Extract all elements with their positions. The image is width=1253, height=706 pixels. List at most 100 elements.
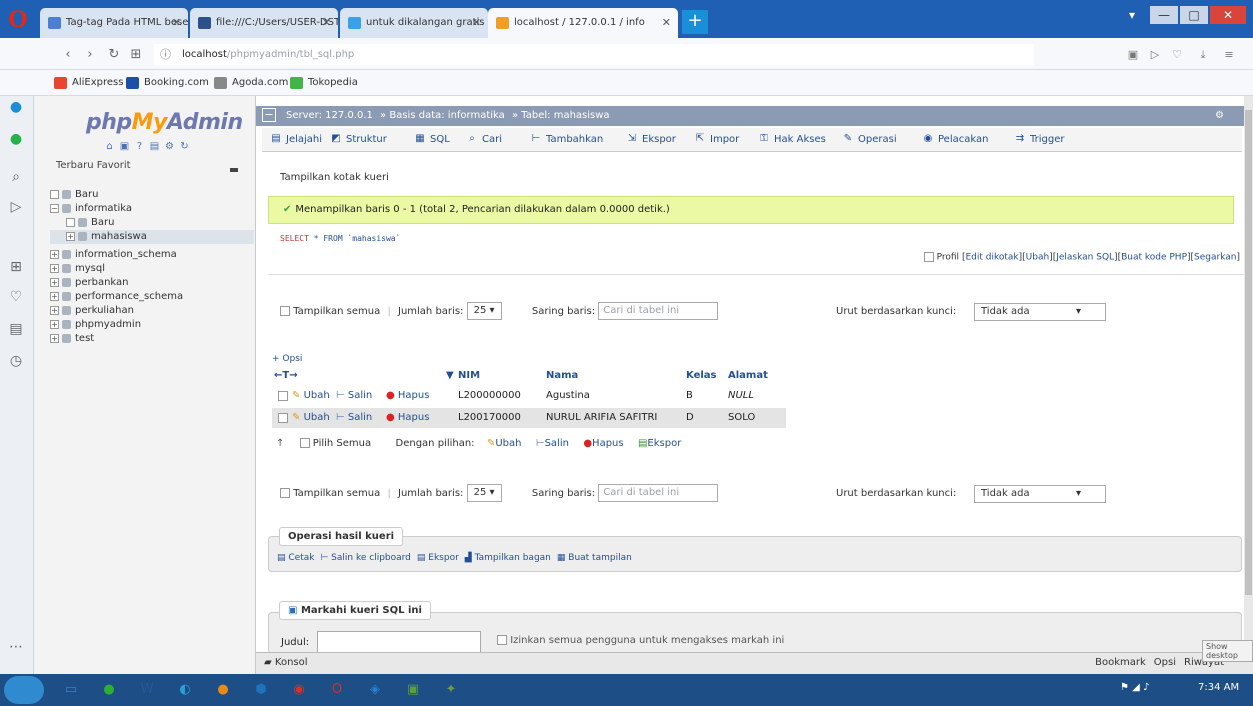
docs-icon[interactable]: ▤ — [149, 141, 160, 152]
show-query-box-link[interactable]: Tampilkan kotak kueri — [280, 172, 389, 183]
copy-row-button[interactable]: ⊢ Salin — [336, 386, 372, 406]
taskbar-app-icon[interactable]: ● — [96, 678, 122, 702]
news-icon[interactable]: ▤ — [5, 318, 27, 340]
whatsapp-icon[interactable]: ● — [5, 128, 27, 150]
options-toggle[interactable]: + Opsi — [272, 354, 302, 364]
cell-alamat[interactable]: SOLO — [728, 408, 755, 428]
query-option-link[interactable]: Jelaskan SQL — [1056, 253, 1114, 263]
back-icon[interactable]: ‹ — [58, 46, 78, 64]
speed-dial-icon[interactable]: ⊞ — [126, 46, 146, 64]
bulk-copy-button[interactable]: Salin — [545, 438, 569, 449]
query-op-link[interactable]: ▤ Cetak — [277, 553, 314, 563]
favorites-tab[interactable]: Favorit — [97, 160, 131, 171]
maximize-button[interactable]: □ — [1180, 6, 1208, 24]
row-checkbox[interactable] — [278, 413, 288, 423]
tree-expand-icon[interactable]: − — [50, 203, 59, 213]
heart-icon[interactable]: ♡ — [1168, 46, 1186, 64]
breadcrumb-database[interactable]: Basis data: informatika — [389, 110, 504, 121]
row-checkbox[interactable] — [278, 391, 288, 401]
tree-item[interactable]: + perkuliahan — [50, 304, 254, 318]
label-input[interactable] — [317, 631, 481, 653]
console-link[interactable]: Bookmark — [1095, 657, 1146, 668]
home-icon[interactable]: ⌂ — [104, 141, 115, 152]
exit-icon[interactable]: ▣ — [119, 141, 130, 152]
browser-tab[interactable]: localhost / 127.0.0.1 / info ✕ — [488, 8, 678, 38]
bookmarks-icon[interactable]: ♡ — [5, 286, 27, 308]
tab-pelacakan[interactable]: ◉ Pelacakan — [922, 128, 989, 152]
sort-select-bottom[interactable]: Tidak ada ▾ — [974, 485, 1106, 503]
query-option-link[interactable]: Ubah — [1026, 253, 1050, 263]
taskbar-app-icon[interactable]: ⬢ — [248, 678, 274, 702]
taskbar-app-icon[interactable]: ◐ — [172, 678, 198, 702]
sort-select[interactable]: Tidak ada ▾ — [974, 303, 1106, 321]
close-tab-icon[interactable]: ✕ — [322, 8, 331, 38]
cell-nama[interactable]: Agustina — [546, 386, 590, 406]
tab-struktur[interactable]: ◩ Struktur — [330, 128, 387, 152]
cell-alamat[interactable]: NULL — [728, 386, 754, 406]
bulk-delete-button[interactable]: Hapus — [592, 438, 624, 449]
new-tab-button[interactable]: + — [682, 10, 708, 34]
query-op-link[interactable]: ▟ Tampilkan bagan — [465, 553, 551, 563]
collapse-all-icon[interactable] — [230, 168, 238, 172]
check-all-label[interactable]: Pilih Semua — [313, 438, 371, 449]
bulk-edit-button[interactable]: Ubah — [495, 438, 521, 449]
taskbar-app-icon[interactable]: W — [134, 678, 160, 702]
bulk-export-button[interactable]: Ekspor — [647, 438, 681, 449]
minimize-button[interactable]: — — [1150, 6, 1178, 24]
tree-expand-icon[interactable]: + — [50, 249, 59, 259]
browser-logo-icon[interactable]: O — [2, 6, 34, 34]
console-link[interactable]: Opsi — [1154, 657, 1176, 668]
taskbar-app-icon[interactable]: ◈ — [362, 678, 388, 702]
query-option-link[interactable]: Buat kode PHP — [1121, 253, 1187, 263]
filter-input[interactable]: Cari di tabel ini — [598, 302, 719, 320]
delete-row-button[interactable]: ● Hapus — [386, 408, 429, 428]
messenger-icon[interactable]: ● — [5, 96, 27, 118]
more-icon[interactable]: ⋯ — [5, 636, 27, 658]
tree-item[interactable]: + performance_schema — [50, 290, 254, 304]
cell-nim[interactable]: L200000000 — [458, 386, 521, 406]
tree-expand-icon[interactable]: + — [50, 263, 59, 273]
start-button[interactable] — [4, 676, 44, 704]
show-all-checkbox-bottom[interactable] — [280, 488, 290, 498]
tree-item[interactable]: + information_schema — [50, 248, 254, 262]
tab-cari[interactable]: ⌕ Cari — [466, 128, 502, 152]
tab-sql[interactable]: ▦ SQL — [414, 128, 450, 152]
show-all-checkbox[interactable] — [280, 306, 290, 316]
tree-expand-icon[interactable] — [50, 189, 59, 199]
taskbar-app-icon[interactable]: ▣ — [400, 678, 426, 702]
query-op-link[interactable]: ▤ Ekspor — [417, 553, 459, 563]
rows-select-bottom[interactable]: 25 ▾ — [466, 484, 502, 502]
tab-impor[interactable]: ⇱ Impor — [694, 128, 739, 152]
collapse-navigation-icon[interactable]: − — [262, 108, 276, 122]
tree-item[interactable]: + mysql — [50, 262, 254, 276]
taskbar-app-icon[interactable]: ◉ — [286, 678, 312, 702]
profile-checkbox[interactable] — [923, 252, 934, 262]
restore-icon[interactable]: ▾ — [1122, 6, 1142, 24]
tree-item[interactable]: + mahasiswa — [50, 230, 254, 244]
taskbar-app-icon[interactable]: O — [324, 678, 350, 702]
tab-ekspor[interactable]: ⇲ Ekspor — [626, 128, 676, 152]
search-icon[interactable]: ⌕ — [5, 166, 27, 188]
tab-hak-akses[interactable]: ⚿ Hak Akses — [758, 128, 826, 152]
bookmark-item[interactable]: Tokopedia — [290, 75, 358, 91]
scrollbar-thumb[interactable] — [1245, 110, 1252, 595]
tab-operasi[interactable]: ✎ Operasi — [842, 128, 897, 152]
query-option-link[interactable]: Segarkan — [1194, 253, 1236, 263]
menu-icon[interactable]: ≡ — [1220, 46, 1238, 64]
column-header-alamat[interactable]: Alamat — [728, 366, 768, 386]
delete-row-button[interactable]: ● Hapus — [386, 386, 429, 406]
gear-icon[interactable]: ⚙ — [1215, 106, 1224, 126]
breadcrumb-server[interactable]: Server: 127.0.0.1 — [286, 110, 373, 121]
bookmark-item[interactable]: Booking.com — [126, 75, 209, 91]
bookmark-item[interactable]: Agoda.com — [214, 75, 288, 91]
console-toggle[interactable]: Konsol — [275, 657, 308, 668]
tab-jelajahi[interactable]: ▤ Jelajahi — [270, 128, 322, 152]
cell-kelas[interactable]: D — [686, 408, 694, 428]
cell-kelas[interactable]: B — [686, 386, 693, 406]
rows-select[interactable]: 25 ▾ — [466, 302, 502, 320]
edit-row-button[interactable]: ✎ Ubah — [292, 408, 330, 428]
close-window-button[interactable]: ✕ — [1210, 6, 1246, 24]
close-tab-icon[interactable]: ✕ — [662, 8, 671, 38]
cell-nim[interactable]: L200170000 — [458, 408, 521, 428]
tab-trigger[interactable]: ⇉ Trigger — [1014, 128, 1065, 152]
